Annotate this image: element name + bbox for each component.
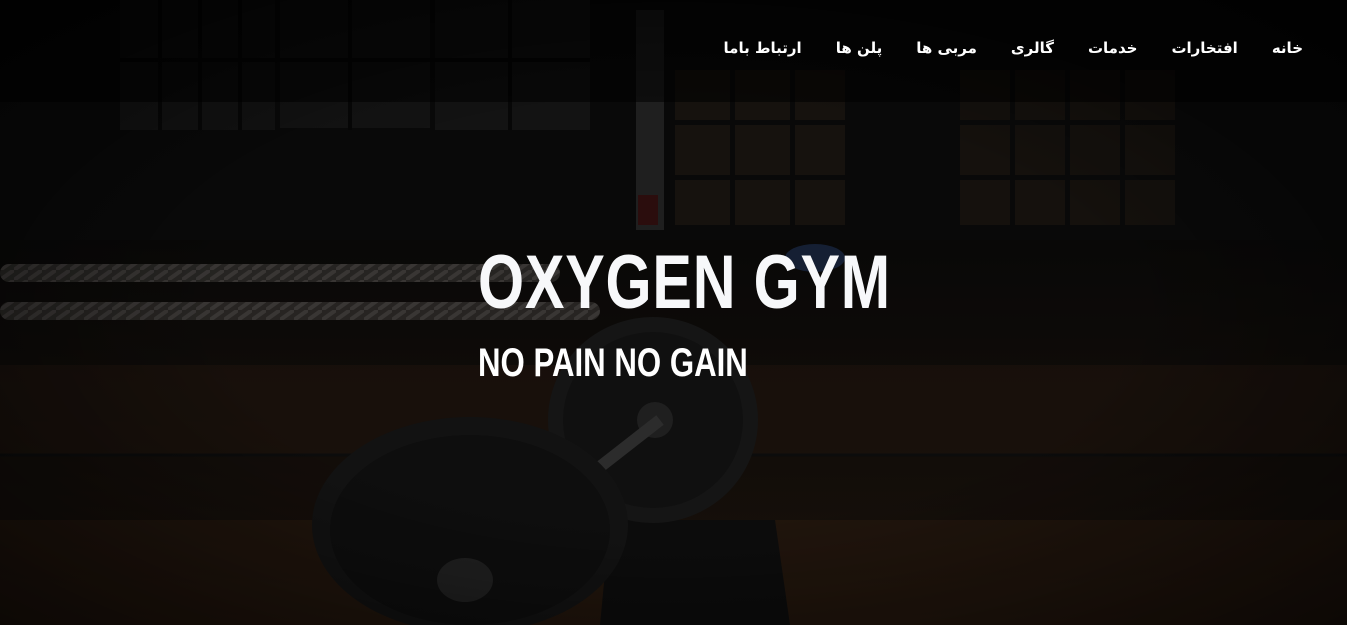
hero-section: خانه افتخارات خدمات گالری مربی ها پلن ها… <box>0 0 1347 625</box>
nav-item-gallery[interactable]: گالری <box>1011 37 1054 59</box>
main-menu: خانه افتخارات خدمات گالری مربی ها پلن ها… <box>724 37 1303 59</box>
hero-tagline: NO PAIN NO GAIN <box>478 341 748 385</box>
hero-title: OXYGEN GYM <box>478 240 891 325</box>
nav-item-home[interactable]: خانه <box>1272 37 1303 59</box>
nav-item-achievements[interactable]: افتخارات <box>1171 37 1237 59</box>
nav-item-services[interactable]: خدمات <box>1088 37 1137 59</box>
top-navbar: خانه افتخارات خدمات گالری مربی ها پلن ها… <box>0 0 1347 102</box>
nav-item-contact[interactable]: ارتباط باما <box>724 37 802 59</box>
nav-item-plans[interactable]: پلن ها <box>836 37 883 59</box>
nav-item-trainers[interactable]: مربی ها <box>916 37 977 59</box>
